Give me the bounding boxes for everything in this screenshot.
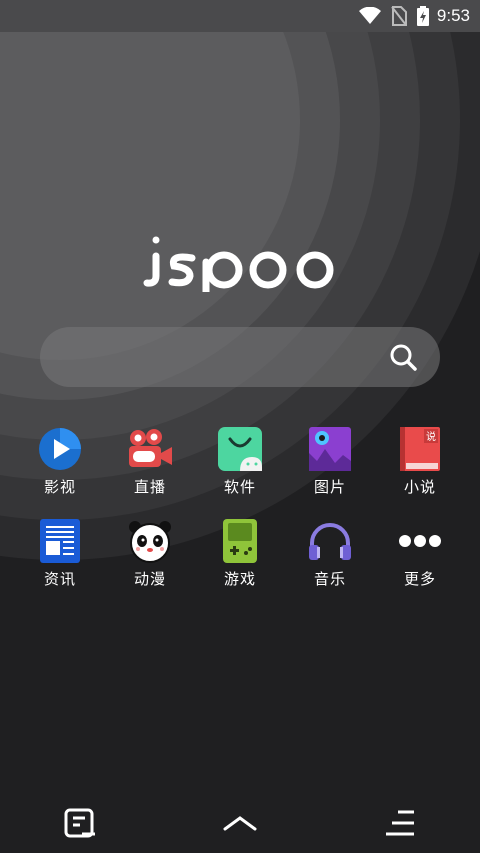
app-tile-novel[interactable]: 说 小说 <box>375 426 465 518</box>
headphones-icon[interactable] <box>307 518 353 564</box>
search-input[interactable] <box>60 327 384 389</box>
app-grid: 影视 直播 软件 图片 说 小说 资讯 动漫 游戏 音乐 更多 <box>0 426 480 610</box>
menu-button[interactable] <box>380 805 420 841</box>
news-icon[interactable] <box>37 518 83 564</box>
more-dots-icon[interactable] <box>397 518 443 564</box>
app-label: 音乐 <box>313 570 346 588</box>
battery-charging-icon <box>416 6 429 26</box>
app-tile-more[interactable]: 更多 <box>375 518 465 610</box>
app-tile-video[interactable]: 影视 <box>15 426 105 518</box>
app-label: 动漫 <box>133 570 166 588</box>
expand-up-button[interactable] <box>220 805 260 841</box>
app-tile-games[interactable]: 游戏 <box>195 518 285 610</box>
app-store-icon[interactable] <box>217 426 263 472</box>
app-tile-software[interactable]: 软件 <box>195 426 285 518</box>
app-label: 软件 <box>223 478 256 496</box>
video-play-icon[interactable] <box>37 426 83 472</box>
search-bar[interactable] <box>40 327 440 389</box>
app-tile-anime[interactable]: 动漫 <box>105 518 195 610</box>
live-camera-icon[interactable] <box>127 426 173 472</box>
book-badge: 说 <box>426 430 436 443</box>
jspoo-logo <box>143 236 334 292</box>
app-tile-live[interactable]: 直播 <box>105 426 195 518</box>
panda-icon[interactable] <box>127 518 173 564</box>
no-sim-icon <box>391 6 407 26</box>
app-row: 影视 直播 软件 图片 说 小说 <box>0 426 480 518</box>
app-tile-music[interactable]: 音乐 <box>285 518 375 610</box>
notes-icon <box>64 808 95 838</box>
app-label: 资讯 <box>43 570 76 588</box>
app-label: 游戏 <box>223 570 256 588</box>
search-icon[interactable] <box>388 342 418 372</box>
app-tile-news[interactable]: 资讯 <box>15 518 105 610</box>
app-label: 影视 <box>43 478 76 496</box>
notes-button[interactable] <box>60 805 100 841</box>
picture-icon[interactable] <box>307 426 353 472</box>
app-label: 小说 <box>403 478 436 496</box>
menu-lines-icon <box>386 810 414 836</box>
app-label: 直播 <box>133 478 166 496</box>
novel-book-icon[interactable]: 说 <box>397 426 443 472</box>
wifi-icon <box>358 7 381 25</box>
clock: 9:53 <box>436 6 470 25</box>
app-label: 图片 <box>313 478 346 496</box>
chevron-up-icon <box>223 816 257 831</box>
app-label: 更多 <box>403 570 436 588</box>
app-tile-pictures[interactable]: 图片 <box>285 426 375 518</box>
gameboy-icon[interactable] <box>217 518 263 564</box>
status-bar: 9:53 <box>0 0 480 32</box>
app-row: 资讯 动漫 游戏 音乐 更多 <box>0 518 480 610</box>
bottom-nav-bar <box>0 795 480 853</box>
